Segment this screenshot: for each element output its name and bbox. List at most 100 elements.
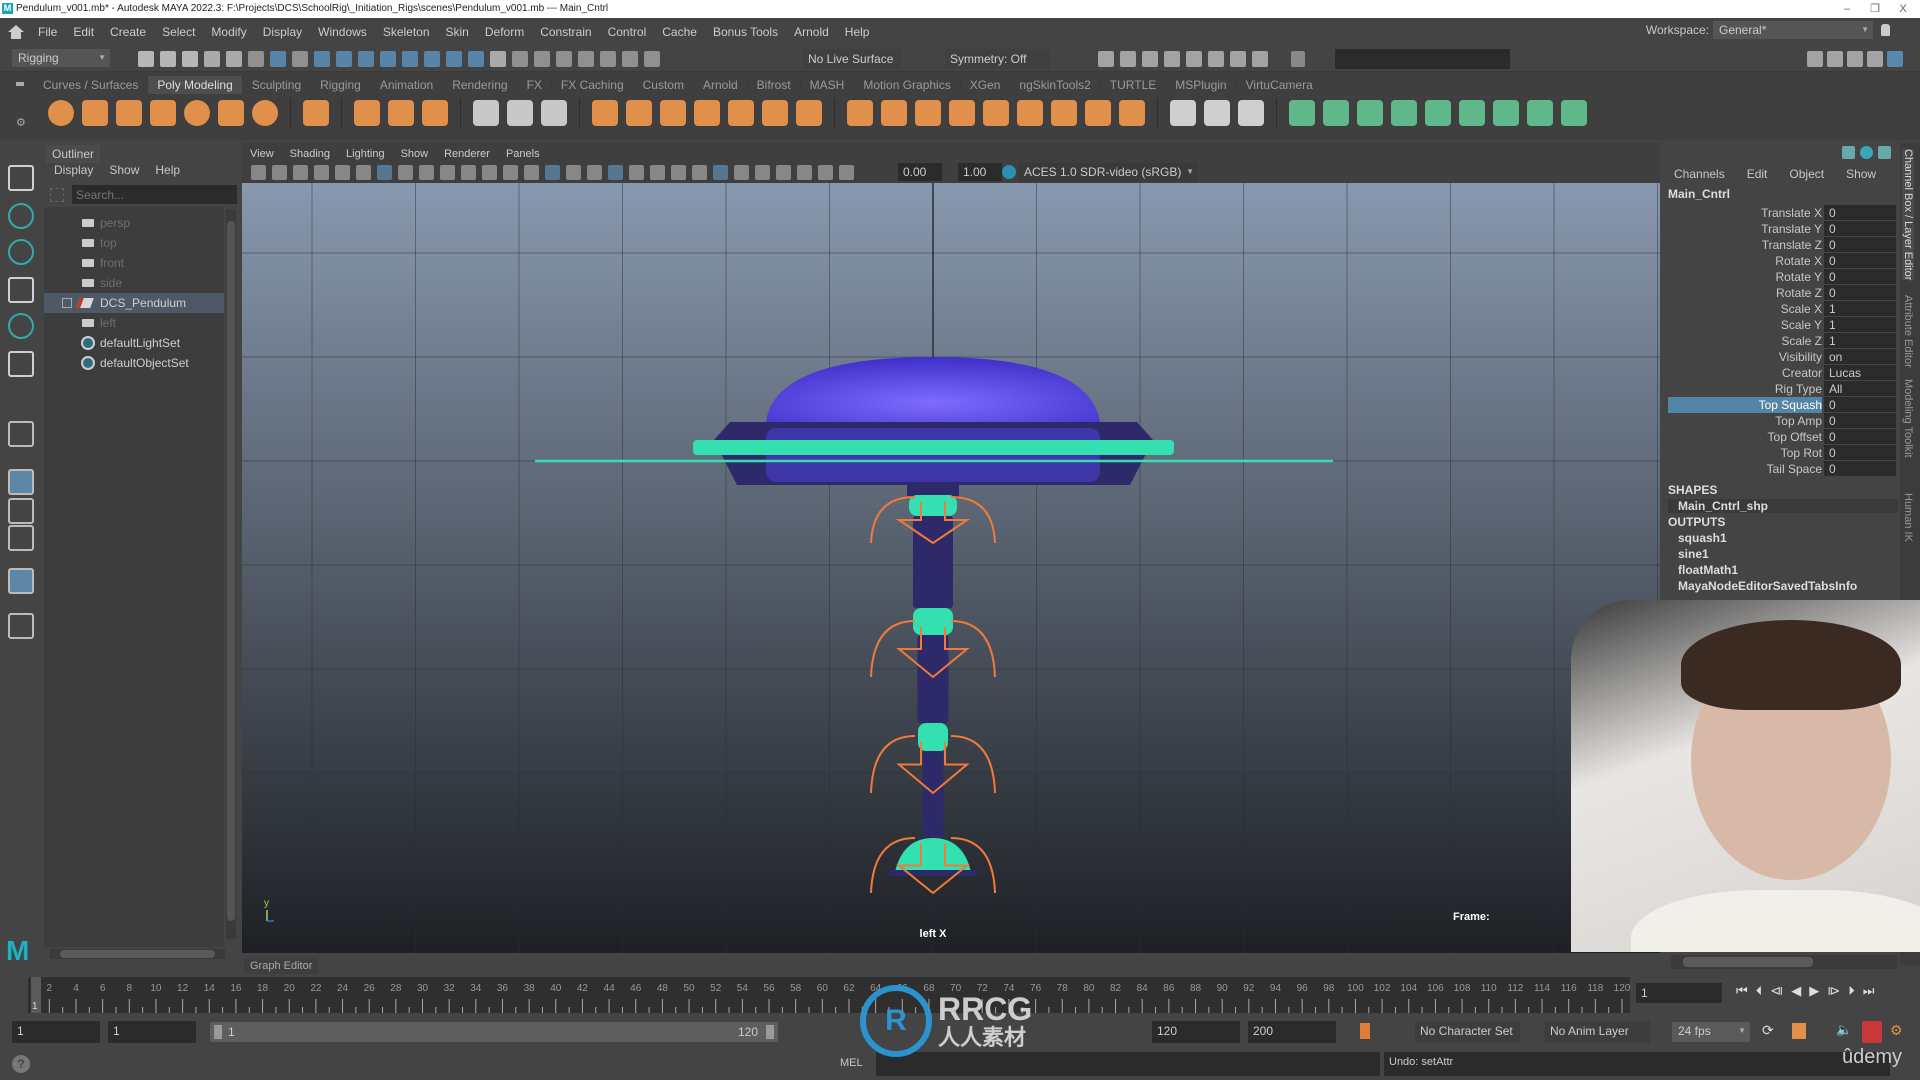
shelf-menu-icon[interactable] [16,82,24,86]
go-to-end-button[interactable]: ⏭ [1863,983,1875,999]
snap-live-icon[interactable] [424,51,440,67]
symmetry-dropdown[interactable]: Symmetry: Off [945,49,1050,69]
new-scene-icon[interactable] [138,51,154,67]
grease-pencil-icon[interactable] [335,165,350,180]
color-management-toggle[interactable] [1002,165,1016,179]
shelf-tab-rendering[interactable]: Rendering [443,76,518,94]
anim-end-field[interactable]: 200 [1248,1021,1336,1043]
channel-value[interactable]: 0 [1824,429,1896,444]
menu-windows[interactable]: Windows [318,25,367,39]
fill-hole-icon[interactable] [1017,100,1043,126]
channel-value[interactable]: on [1824,349,1896,364]
poly-sphere-icon[interactable] [48,100,74,126]
shelf-tab-curves-surfaces[interactable]: Curves / Surfaces [34,76,149,94]
help-icon[interactable]: ? [12,1055,30,1073]
outliner-scrollbar[interactable] [226,209,236,939]
outliner-menu-show[interactable]: Show [109,163,139,177]
shelf-tab-motion-graphics[interactable]: Motion Graphics [854,76,961,94]
camera-attributes-icon[interactable] [272,165,287,180]
align-icon[interactable] [622,51,638,67]
shelf-tab-custom[interactable]: Custom [634,76,694,94]
shelf-tab-sculpting[interactable]: Sculpting [243,76,312,94]
viewport-menu-panels[interactable]: Panels [506,148,540,160]
xray-active-icon[interactable] [797,165,812,180]
menu-modify[interactable]: Modify [211,25,246,39]
hypergraph-icon[interactable] [1860,146,1873,159]
modeling-toolkit-icon[interactable] [1827,51,1843,67]
step-forward-frame-button[interactable]: ⧐ [1827,983,1840,999]
outliner-search-input[interactable] [72,185,237,204]
menu-create[interactable]: Create [110,25,146,39]
quick-search-field[interactable] [1335,49,1510,69]
channel-value[interactable]: 0 [1824,221,1896,236]
auto-key-icon[interactable] [1360,1023,1370,1039]
loop-icon[interactable]: ⟳ [1762,1022,1774,1039]
poly-torus-icon[interactable] [184,100,210,126]
snap-viewplane-icon[interactable] [446,51,462,67]
animation-prefs-icon[interactable]: ⚙ [1890,1022,1903,1039]
output-node[interactable]: floatMath1 [1678,563,1738,577]
snap-help-icon[interactable] [468,51,484,67]
undo-icon[interactable] [204,51,220,67]
cut-uv-icon[interactable] [1527,100,1553,126]
planar-map-icon[interactable] [1289,100,1315,126]
shelf-tab-rigging[interactable]: Rigging [311,76,371,94]
exposure-field[interactable]: 0.00 [898,163,942,181]
timeline-track[interactable]: 2 4 6 8 10 12 14 16 18 20 22 24 26 28 30 32 34 36 38 40 42 44… [28,977,1630,1013]
shape-node[interactable]: Main_Cntrl_shp [1668,499,1898,513]
color-space-dropdown[interactable]: ACES 1.0 SDR-video (sRGB) [1018,163,1198,181]
auto-map-icon[interactable] [1391,100,1417,126]
channel-scale-y[interactable]: Scale Y1 [1662,317,1898,333]
tool-settings-icon[interactable] [1867,51,1883,67]
graph-editor-tab[interactable]: Graph Editor [244,958,319,974]
channel-value[interactable]: 0 [1824,253,1896,268]
construction-history-icon[interactable] [578,51,594,67]
anti-aliasing-icon[interactable] [713,165,728,180]
step-back-key-button[interactable]: ⏴ [1756,983,1763,999]
select-hierarchy-icon[interactable] [248,51,264,67]
channel-value[interactable]: All [1824,381,1896,396]
super-shape-icon[interactable] [354,100,380,126]
open-scene-icon[interactable] [160,51,176,67]
outliner-item-left[interactable]: left [44,313,224,333]
output-node[interactable]: squash1 [1678,531,1727,545]
outliner-item-front[interactable]: front [44,253,224,273]
lock-icon[interactable] [1881,24,1890,36]
fps-dropdown[interactable]: 24 fps [1672,1022,1750,1042]
channel-tail-space[interactable]: Tail Space 0 [1662,461,1898,477]
channel-value[interactable]: 1 [1824,317,1896,332]
output-node[interactable]: sine1 [1678,547,1709,561]
channel-value[interactable]: 0 [1824,205,1896,220]
menu-control[interactable]: Control [608,25,647,39]
viewport-menu-shading[interactable]: Shading [290,148,330,160]
snap-point-icon[interactable] [358,51,374,67]
isolate-select-icon[interactable] [755,165,770,180]
platonic-solid-icon[interactable] [303,100,329,126]
viewport-menu-view[interactable]: View [250,148,274,160]
move-tool-icon[interactable] [8,277,34,303]
xray-joints-icon[interactable] [776,165,791,180]
select-object-icon[interactable] [270,51,286,67]
anim-start-field[interactable]: 1 [12,1021,100,1043]
playback-end-field[interactable]: 120 [1152,1021,1240,1043]
menu-select[interactable]: Select [162,25,195,39]
home-icon[interactable] [8,25,24,39]
channel-box-icon[interactable] [1887,51,1903,67]
viewport-menu-show[interactable]: Show [401,148,429,160]
channel-translate-x[interactable]: Translate X0 [1662,205,1898,221]
channel-value[interactable]: 0 [1824,413,1896,428]
menu-display[interactable]: Display [263,25,302,39]
outliner-item-side[interactable]: side [44,273,224,293]
snap-surface-icon[interactable] [402,51,418,67]
range-end-handle[interactable] [766,1025,774,1039]
shadows-icon[interactable] [650,165,665,180]
channelbox-menu-show[interactable]: Show [1846,167,1876,181]
channel-rotate-y[interactable]: Rotate Y0 [1662,269,1898,285]
sound-icon[interactable]: 🔈 [1836,1022,1852,1038]
ambient-occlusion-icon[interactable] [671,165,686,180]
cylindrical-map-icon[interactable] [1323,100,1349,126]
uv-editor-icon[interactable] [1459,100,1485,126]
channel-top-offset[interactable]: Top Offset 0 [1662,429,1898,445]
smooth-icon[interactable] [694,100,720,126]
lasso-tool-icon[interactable] [8,203,34,229]
